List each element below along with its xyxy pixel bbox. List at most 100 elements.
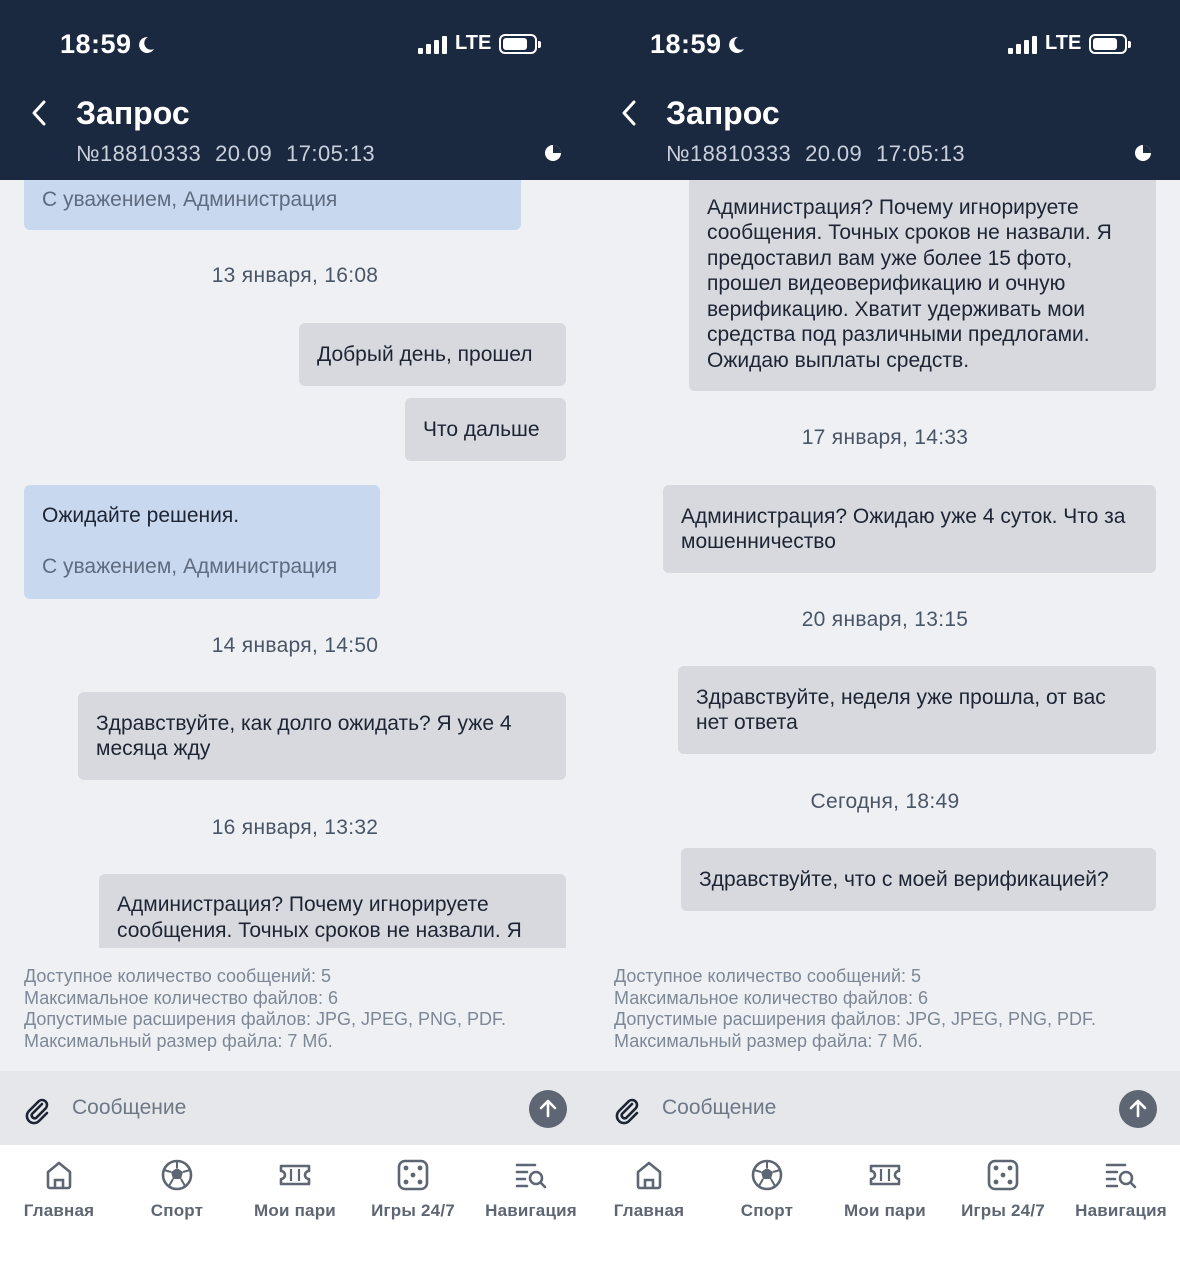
tab-navigation[interactable]: Навигация bbox=[1062, 1157, 1180, 1221]
tab-navigation[interactable]: Навигация bbox=[472, 1157, 590, 1221]
status-time: 18:59 bbox=[650, 29, 746, 60]
bottom-tab-bar: Главная Спорт Мои пари Игры 24/7 Навигац… bbox=[590, 1145, 1180, 1280]
outgoing-message: Здравствуйте, как долго ожидать? Я уже 4… bbox=[78, 692, 566, 780]
arrow-up-icon bbox=[1129, 1099, 1147, 1118]
upload-limits-info: Доступное количество сообщений: 5 Максим… bbox=[614, 966, 1096, 1053]
phone-screen-right: 18:59 LTE Запрос №18810333 20.09 17:05:13 … bbox=[590, 0, 1180, 1280]
ticket-icon bbox=[869, 1164, 901, 1186]
info-line: Максимальное количество файлов: 6 bbox=[614, 987, 928, 1008]
info-line: Максимальное количество файлов: 6 bbox=[24, 987, 338, 1008]
outgoing-message: Администрация? Почему игнорируете сообще… bbox=[689, 180, 1156, 391]
ticket-time: 17:05:13 bbox=[286, 141, 375, 166]
tab-games[interactable]: Игры 24/7 bbox=[354, 1157, 472, 1221]
info-line: Доступное количество сообщений: 5 bbox=[24, 966, 332, 986]
tab-label: Главная bbox=[23, 1201, 95, 1220]
chat-history[interactable]: Администрация? Почему игнорируете сообще… bbox=[590, 180, 1180, 948]
outgoing-message: Здравствуйте, что с моей верификацией? bbox=[681, 848, 1156, 911]
outgoing-message: Администрация? Ожидаю уже 4 суток. Что з… bbox=[663, 485, 1156, 573]
incoming-message: С уважением, Администрация bbox=[24, 180, 521, 230]
clock-text: 18:59 bbox=[60, 29, 132, 59]
info-line: Максимальный размер файла: 7 Мб. bbox=[614, 1031, 923, 1052]
tab-label: Главная bbox=[613, 1201, 685, 1220]
signal-icon bbox=[418, 34, 447, 54]
back-arrow-icon[interactable] bbox=[26, 96, 54, 130]
ticket-meta: №18810333 20.09 17:05:13 bbox=[666, 141, 979, 167]
page-title: Запрос bbox=[666, 95, 780, 131]
tab-label: Игры 24/7 bbox=[371, 1201, 455, 1220]
phone-screen-left: 18:59 LTE Запрос №18810333 20.09 17:05:13 … bbox=[0, 0, 590, 1280]
outgoing-message: Что дальше bbox=[405, 398, 566, 461]
send-button[interactable] bbox=[529, 1090, 567, 1128]
moon-icon bbox=[728, 36, 744, 53]
tab-label: Навигация bbox=[1075, 1201, 1167, 1220]
message-text: Администрация? Почему игнорируете сообще… bbox=[117, 893, 522, 942]
info-line: Допустимые расширения файлов: JPG, JPEG,… bbox=[24, 1009, 507, 1030]
network-type: LTE bbox=[1045, 32, 1082, 54]
ticket-icon bbox=[279, 1164, 311, 1186]
send-button[interactable] bbox=[1119, 1090, 1157, 1128]
tab-label: Мои пари bbox=[844, 1201, 926, 1220]
date-separator: 16 января, 13:32 bbox=[211, 816, 379, 839]
tab-label: Игры 24/7 bbox=[961, 1201, 1045, 1220]
signal-icon bbox=[1008, 34, 1037, 54]
message-text: Здравствуйте, как долго ожидать? Я уже 4… bbox=[96, 711, 512, 761]
app-header: 18:59 LTE Запрос №18810333 20.09 17:05:13 bbox=[0, 0, 590, 180]
outgoing-message: Здравствуйте, неделя уже прошла, от вас … bbox=[678, 666, 1156, 754]
ticket-number: №18810333 bbox=[76, 141, 202, 166]
message-text: Администрация? Почему игнорируете сообще… bbox=[707, 195, 1112, 372]
theme-toggle-icon[interactable] bbox=[1134, 144, 1152, 162]
message-text: Администрация? Ожидаю уже 4 суток. Что з… bbox=[681, 504, 1126, 554]
back-arrow-icon[interactable] bbox=[616, 96, 644, 130]
ticket-time: 17:05:13 bbox=[876, 141, 965, 166]
info-line: Допустимые расширения файлов: JPG, JPEG,… bbox=[614, 1009, 1097, 1030]
tab-games[interactable]: Игры 24/7 bbox=[944, 1157, 1062, 1221]
message-input[interactable] bbox=[72, 1091, 512, 1125]
status-time: 18:59 bbox=[60, 29, 156, 60]
tab-label: Спорт bbox=[150, 1201, 204, 1220]
date-separator: Сегодня, 18:49 bbox=[810, 790, 960, 813]
tab-label: Спорт bbox=[740, 1201, 794, 1220]
tab-sport[interactable]: Спорт bbox=[118, 1157, 236, 1221]
outgoing-message: Добрый день, прошел bbox=[299, 323, 566, 386]
ticket-number: №18810333 bbox=[666, 141, 792, 166]
ticket-date: 20.09 bbox=[805, 141, 863, 166]
info-line: Доступное количество сообщений: 5 bbox=[614, 966, 922, 986]
message-text: Ожидайте решения. bbox=[42, 504, 240, 527]
home-icon bbox=[636, 1161, 662, 1190]
tab-home[interactable]: Главная bbox=[0, 1157, 118, 1221]
soccer-ball-icon bbox=[751, 1159, 783, 1191]
ticket-meta: №18810333 20.09 17:05:13 bbox=[76, 141, 389, 167]
date-separator: 17 января, 14:33 bbox=[801, 426, 969, 449]
moon-icon bbox=[138, 36, 154, 53]
app-header: 18:59 LTE Запрос №18810333 20.09 17:05:13 bbox=[590, 0, 1180, 180]
page-title: Запрос bbox=[76, 95, 190, 131]
tab-sport[interactable]: Спорт bbox=[708, 1157, 826, 1221]
message-text: Добрый день, прошел bbox=[317, 342, 533, 366]
soccer-ball-icon bbox=[161, 1159, 193, 1191]
chat-history[interactable]: С уважением, Администрация 13 января, 16… bbox=[0, 180, 590, 948]
theme-toggle-icon[interactable] bbox=[544, 144, 562, 162]
network-type: LTE bbox=[455, 32, 492, 54]
message-text: Что дальше bbox=[423, 417, 540, 441]
tab-home[interactable]: Главная bbox=[590, 1157, 708, 1221]
tab-label: Мои пари bbox=[254, 1201, 336, 1220]
navigation-search-icon bbox=[515, 1163, 547, 1189]
navigation-search-icon bbox=[1105, 1163, 1137, 1189]
clock-text: 18:59 bbox=[650, 29, 722, 59]
date-separator: 20 января, 13:15 bbox=[801, 608, 969, 631]
date-separator: 13 января, 16:08 bbox=[211, 264, 379, 287]
dice-icon bbox=[397, 1159, 429, 1191]
tab-my-bets[interactable]: Мои пари bbox=[826, 1157, 944, 1221]
message-signature: С уважением, Администрация bbox=[42, 187, 338, 211]
message-signature: С уважением, Администрация bbox=[42, 554, 338, 578]
outgoing-message: Администрация? Почему игнорируете сообще… bbox=[99, 874, 566, 948]
info-line: Максимальный размер файла: 7 Мб. bbox=[24, 1031, 333, 1052]
message-input[interactable] bbox=[662, 1091, 1102, 1125]
paperclip-icon[interactable] bbox=[612, 1095, 642, 1125]
home-icon bbox=[46, 1161, 72, 1190]
message-text: Здравствуйте, что с моей верификацией? bbox=[699, 867, 1109, 891]
paperclip-icon[interactable] bbox=[22, 1095, 52, 1125]
status-indicators: LTE bbox=[418, 32, 542, 55]
message-composer bbox=[0, 1071, 590, 1145]
tab-my-bets[interactable]: Мои пари bbox=[236, 1157, 354, 1221]
